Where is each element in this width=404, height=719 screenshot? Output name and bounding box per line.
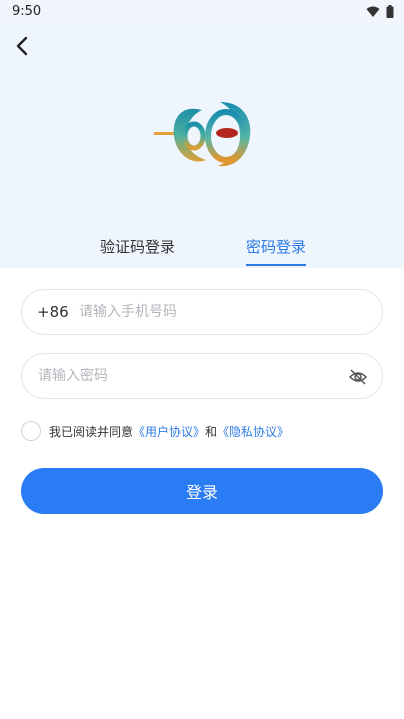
back-arrow-icon: [16, 36, 28, 56]
password-input[interactable]: [38, 354, 328, 398]
phone-input[interactable]: [79, 290, 359, 334]
country-code[interactable]: +86: [37, 303, 75, 321]
status-icons: [366, 5, 394, 18]
tab-sms-login[interactable]: 验证码登录: [100, 236, 175, 257]
eye-off-icon: [348, 369, 368, 385]
login-button[interactable]: 登录: [21, 468, 383, 514]
status-time: 9:50: [12, 4, 42, 19]
phone-field: +86: [21, 289, 383, 335]
tab-password-login[interactable]: 密码登录: [246, 236, 306, 257]
login-screen: 9:50 验证码登录 密码登录 +86 请输入手机号码 我已阅读并同意 《用户协…: [0, 0, 404, 719]
app-logo: [150, 96, 254, 172]
password-field: [21, 353, 383, 399]
status-bar: 9:50: [0, 0, 404, 24]
agreement-prefix: 我已阅读并同意: [49, 424, 134, 439]
toggle-password-visibility[interactable]: [348, 367, 368, 387]
agreement-connector: 和: [205, 424, 218, 439]
agreement-row: 我已阅读并同意 《用户协议》 和 《隐私协议》: [21, 421, 289, 441]
back-button[interactable]: [8, 32, 36, 60]
active-tab-indicator: [246, 264, 306, 266]
agreement-checkbox[interactable]: [21, 421, 41, 441]
battery-icon: [386, 5, 394, 18]
wifi-icon: [366, 6, 380, 18]
privacy-agreement-link[interactable]: 《隐私协议》: [217, 423, 289, 440]
user-agreement-link[interactable]: 《用户协议》: [133, 423, 205, 440]
